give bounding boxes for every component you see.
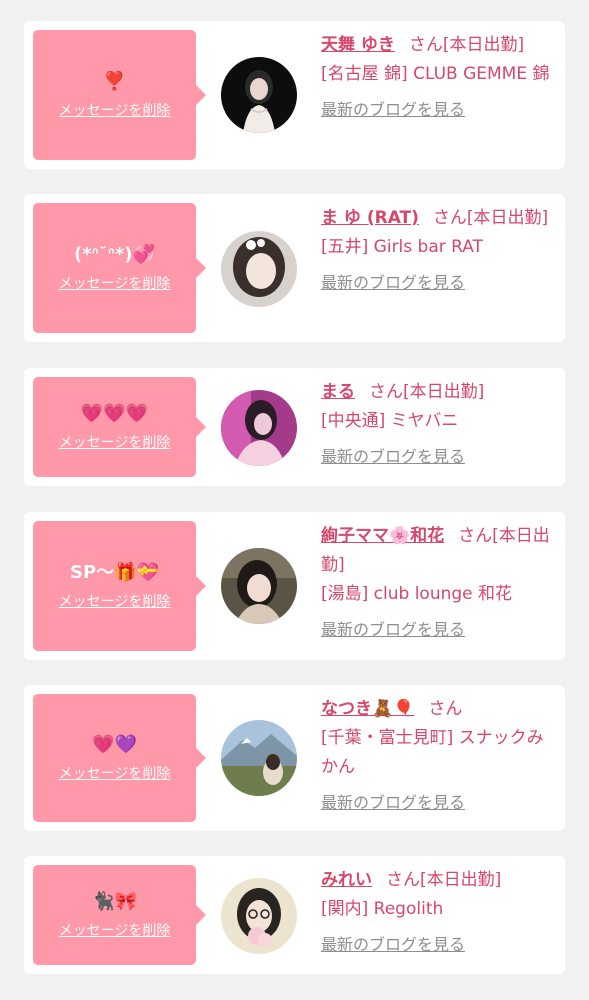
avatar[interactable]: [221, 390, 297, 466]
honorific: さん: [428, 699, 463, 719]
avatar[interactable]: [221, 720, 297, 796]
delete-message-link[interactable]: メッセージを削除: [59, 593, 171, 611]
cast-name-link[interactable]: みれい: [321, 870, 372, 890]
latest-blog-link[interactable]: 最新のブログを見る: [321, 272, 465, 294]
shop-info: [関内] Regolith: [321, 899, 444, 919]
cast-name-link[interactable]: 絢子ママ🌸和花: [321, 526, 444, 546]
attendance-status: [本日出勤]: [442, 35, 525, 55]
avatar-photo: [221, 548, 297, 624]
avatar-photo: [221, 231, 297, 307]
message-bubble: SP〜🎁💝 メッセージを削除: [33, 521, 206, 651]
avatar-photo: [221, 390, 297, 466]
delete-message-link[interactable]: メッセージを削除: [59, 102, 171, 120]
shop-info: [中央通] ミヤバニ: [321, 411, 459, 431]
attendance-status: [本日出勤]: [420, 870, 502, 890]
message-list: ❣️ メッセージを削除 天舞 ゆき さん[本日出勤] [名古屋 錦] CLUB G…: [0, 0, 589, 1000]
avatar[interactable]: [221, 231, 297, 307]
message-bubble: 🐈‍⬛🎀 メッセージを削除: [33, 865, 206, 965]
cast-info: なつき🧸🎈 さん [千葉・富士見町] スナックみかん 最新のブログを見る: [321, 695, 557, 818]
attendance-status: [本日出勤]: [466, 208, 549, 228]
message-card: 💗💗💗 メッセージを削除 まる さん[本日出勤] [中央通] ミヤバニ 最新のブロ…: [24, 368, 565, 486]
honorific: さん: [386, 870, 420, 890]
message-card: SP〜🎁💝 メッセージを削除 絢子ママ🌸和花 さん[本日出勤] [湯島] club…: [24, 512, 565, 660]
attendance-status: [本日出勤]: [403, 382, 485, 402]
message-text: 💗💗💗: [80, 403, 149, 424]
shop-info: [五井] Girls bar RAT: [321, 237, 483, 257]
latest-blog-link[interactable]: 最新のブログを見る: [321, 792, 465, 814]
avatar-photo: [221, 720, 297, 796]
latest-blog-link[interactable]: 最新のブログを見る: [321, 934, 465, 956]
latest-blog-link[interactable]: 最新のブログを見る: [321, 446, 465, 468]
cast-info: 絢子ママ🌸和花 さん[本日出勤] [湯島] club lounge 和花 最新のブ…: [321, 522, 557, 645]
message-bubble: 💗💜 メッセージを削除: [33, 694, 206, 822]
avatar[interactable]: [221, 548, 297, 624]
message-card: 💗💜 メッセージを削除 なつき🧸🎈 さん [千葉・富士見町] スナックみかん 最新…: [24, 685, 565, 831]
shop-info: [湯島] club lounge 和花: [321, 584, 513, 604]
message-card: 🐈‍⬛🎀 メッセージを削除 みれい さん[本日出勤] [関内] Regolith …: [24, 856, 565, 974]
latest-blog-link[interactable]: 最新のブログを見る: [321, 99, 465, 121]
shop-info: [名古屋 錦] CLUB GEMME 錦: [321, 64, 550, 84]
delete-message-link[interactable]: メッセージを削除: [59, 922, 171, 940]
message-text: SP〜🎁💝: [70, 562, 159, 583]
message-card: ❣️ メッセージを削除 天舞 ゆき さん[本日出勤] [名古屋 錦] CLUB G…: [24, 21, 565, 169]
message-text: ❣️: [103, 71, 126, 92]
message-bubble: 💗💗💗 メッセージを削除: [33, 377, 206, 477]
avatar-photo: [221, 57, 297, 133]
message-text: 🐈‍⬛🎀: [92, 891, 137, 912]
cast-name-link[interactable]: まる: [321, 382, 355, 402]
message-text: 💗💜: [92, 734, 137, 755]
delete-message-link[interactable]: メッセージを削除: [59, 765, 171, 783]
avatar[interactable]: [221, 878, 297, 954]
cast-name-link[interactable]: 天舞 ゆき: [321, 35, 395, 55]
avatar-photo: [221, 878, 297, 954]
honorific: さん: [432, 208, 467, 228]
cast-name-link[interactable]: ま ゆ (RAT): [321, 208, 419, 228]
cast-info: まる さん[本日出勤] [中央通] ミヤバニ 最新のブログを見る: [321, 378, 557, 472]
message-card: (*ᐢ˘ᐢ*)💞 メッセージを削除 ま ゆ (RAT) さん[本日出勤] [五井]…: [24, 194, 565, 342]
message-bubble: ❣️ メッセージを削除: [33, 30, 206, 160]
cast-info: 天舞 ゆき さん[本日出勤] [名古屋 錦] CLUB GEMME 錦 最新のブロ…: [321, 31, 557, 125]
cast-info: みれい さん[本日出勤] [関内] Regolith 最新のブログを見る: [321, 866, 557, 960]
shop-info: [千葉・富士見町] スナックみかん: [321, 728, 544, 777]
honorific: さん: [369, 382, 403, 402]
cast-name-link[interactable]: なつき🧸🎈: [321, 699, 414, 719]
message-bubble: (*ᐢ˘ᐢ*)💞 メッセージを削除: [33, 203, 206, 333]
delete-message-link[interactable]: メッセージを削除: [59, 434, 171, 452]
message-text: (*ᐢ˘ᐢ*)💞: [74, 244, 155, 265]
avatar[interactable]: [221, 57, 297, 133]
honorific: さん: [408, 35, 443, 55]
honorific: さん: [458, 526, 493, 546]
delete-message-link[interactable]: メッセージを削除: [59, 275, 171, 293]
latest-blog-link[interactable]: 最新のブログを見る: [321, 619, 465, 641]
cast-info: ま ゆ (RAT) さん[本日出勤] [五井] Girls bar RAT 最新の…: [321, 204, 557, 298]
